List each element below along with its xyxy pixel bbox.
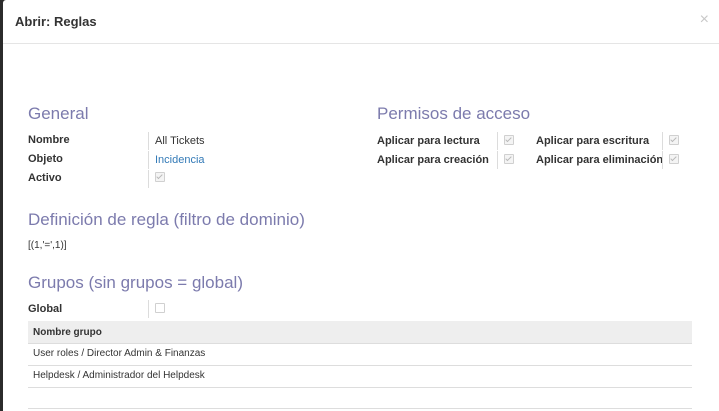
object-label: Objeto bbox=[28, 153, 63, 165]
table-row[interactable]: User roles / Director Admin & Finanzas bbox=[28, 344, 692, 366]
write-checkbox[interactable] bbox=[669, 135, 679, 145]
read-checkbox[interactable] bbox=[504, 135, 514, 145]
unlink-label: Aplicar para eliminación bbox=[536, 154, 664, 166]
active-label: Activo bbox=[28, 172, 62, 184]
group-name-cell: User roles / Director Admin & Finanzas bbox=[33, 348, 206, 359]
field-divider bbox=[497, 151, 498, 169]
domain-value[interactable]: [(1,'=',1)] bbox=[28, 240, 67, 251]
field-divider bbox=[662, 132, 663, 150]
dialog-title: Abrir: Reglas bbox=[15, 14, 97, 29]
table-footer-divider bbox=[28, 408, 692, 409]
name-label: Nombre bbox=[28, 134, 70, 146]
field-divider bbox=[148, 132, 149, 150]
create-checkbox[interactable] bbox=[504, 154, 514, 164]
groups-section-title: Grupos (sin grupos = global) bbox=[28, 273, 243, 292]
access-section-title: Permisos de acceso bbox=[377, 104, 531, 123]
domain-section-title: Definición de regla (filtro de dominio) bbox=[28, 210, 305, 229]
object-link[interactable]: Incidencia bbox=[155, 154, 205, 166]
dialog-header: Abrir: Reglas × bbox=[3, 0, 719, 44]
create-label: Aplicar para creación bbox=[377, 154, 489, 166]
table-row[interactable]: Helpdesk / Administrador del Helpdesk bbox=[28, 366, 692, 388]
table-header[interactable]: Nombre grupo bbox=[28, 321, 692, 344]
column-header-group-name[interactable]: Nombre grupo bbox=[33, 327, 102, 338]
close-icon[interactable]: × bbox=[700, 11, 709, 29]
general-section-title: General bbox=[28, 104, 89, 123]
field-divider bbox=[148, 170, 149, 188]
active-checkbox[interactable] bbox=[155, 172, 165, 182]
unlink-checkbox[interactable] bbox=[669, 154, 679, 164]
global-checkbox[interactable] bbox=[155, 303, 165, 313]
read-label: Aplicar para lectura bbox=[377, 135, 480, 147]
global-label: Global bbox=[28, 303, 63, 315]
name-value: All Tickets bbox=[155, 135, 205, 147]
write-label: Aplicar para escritura bbox=[536, 135, 650, 147]
field-divider bbox=[148, 300, 149, 318]
group-name-cell: Helpdesk / Administrador del Helpdesk bbox=[33, 370, 205, 381]
groups-table: Nombre grupo User roles / Director Admin… bbox=[28, 321, 692, 388]
rule-dialog: Abrir: Reglas × General Nombre All Ticke… bbox=[3, 0, 719, 411]
field-divider bbox=[497, 132, 498, 150]
field-divider bbox=[148, 151, 149, 169]
field-divider bbox=[662, 151, 663, 169]
